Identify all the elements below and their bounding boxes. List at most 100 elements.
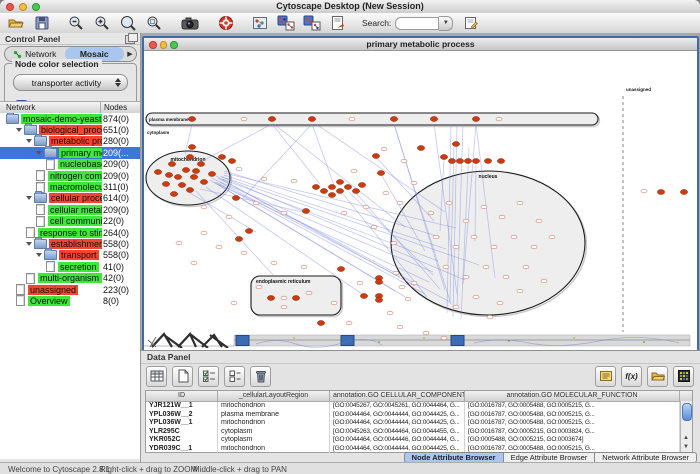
table-cell[interactable]: mitochondrion xyxy=(218,402,330,411)
window-title: Cytoscape Desktop (New Session) xyxy=(0,1,700,11)
attribute-matrix-icon[interactable] xyxy=(673,366,694,387)
table-cell[interactable]: YDR039C__1 xyxy=(146,445,218,454)
tree-row[interactable]: multi-organism pro42(0) xyxy=(0,272,140,283)
table-cell[interactable]: [GO:0016787, GO:0005488, GO:0005215, G..… xyxy=(465,419,680,428)
tree-row[interactable]: nucleobase-209(0) xyxy=(0,159,140,170)
tree-row[interactable]: cellular metabol209(0) xyxy=(0,204,140,215)
column-header[interactable]: ID xyxy=(146,391,218,401)
search-dropdown-icon[interactable]: ▼ xyxy=(439,16,453,31)
table-row[interactable]: YKR052Ccytoplasm[GO:0044464, GO:0044446,… xyxy=(146,436,692,445)
zoom-out-icon[interactable] xyxy=(66,14,86,32)
save-session-icon[interactable] xyxy=(32,14,52,32)
tree-row[interactable]: metabolic process280(0) xyxy=(0,136,140,147)
table-row[interactable]: YPL036W__2plasma membrane[GO:0044464, GO… xyxy=(146,411,692,420)
tree-row[interactable]: secretion41(0) xyxy=(0,261,140,272)
expand-collapse-icon[interactable] xyxy=(36,151,42,155)
network-graph[interactable]: plasma membranecytoplasmmitochondrionnuc… xyxy=(144,51,693,348)
tree-row[interactable]: cellular process614(0) xyxy=(0,193,140,204)
network-tree[interactable]: mosaic-demo-yeast874(0)biological_proces… xyxy=(0,113,140,459)
column-header[interactable]: _cellularLayoutRegion xyxy=(218,391,330,401)
vizmapper-icon[interactable] xyxy=(250,14,270,32)
table-cell[interactable]: cytoplasm xyxy=(218,428,330,437)
delete-attribute-trash-icon[interactable] xyxy=(250,366,271,387)
tree-row[interactable]: biological_process651(0) xyxy=(0,124,140,135)
zoom-selected-icon[interactable] xyxy=(144,14,164,32)
attribute-table-body[interactable]: YJR121W__1mitochondrion[GO:0045267, GO:0… xyxy=(146,402,692,453)
expand-collapse-icon[interactable] xyxy=(36,253,42,257)
more-tabs-icon[interactable]: ▶ xyxy=(124,50,136,58)
table-row[interactable]: YJR121W__1mitochondrion[GO:0045267, GO:0… xyxy=(146,402,692,411)
tree-row[interactable]: macromolecule311(0) xyxy=(0,181,140,192)
scroll-down-icon[interactable]: ▼ xyxy=(681,443,691,452)
annotation-icon[interactable] xyxy=(328,14,348,32)
table-row[interactable]: YPL036W__1mitochondrion[GO:0044464, GO:0… xyxy=(146,419,692,428)
table-cell[interactable]: YKR052C xyxy=(146,436,218,445)
scrollbar-thumb[interactable] xyxy=(682,403,692,421)
table-cell[interactable]: [GO:0005488, GO:0005215, GO:0003674] xyxy=(465,436,680,445)
tree-row[interactable]: establishment of lo558(0) xyxy=(0,238,140,249)
selected-option: transporter activity xyxy=(14,78,111,88)
tree-row[interactable]: primary metabo209(... xyxy=(0,147,140,158)
tree-row[interactable]: transport558(0) xyxy=(0,250,140,261)
table-cell[interactable]: [GO:0016787, GO:0005215, GO:0003824, G..… xyxy=(465,428,680,437)
table-cell[interactable]: mitochondrion xyxy=(218,419,330,428)
column-header[interactable]: annotation.GO MOLECULAR_FUNCTION xyxy=(465,391,680,401)
new-attribute-icon[interactable] xyxy=(172,366,193,387)
network-view-window[interactable]: primary metabolic process plasma membran… xyxy=(142,36,699,353)
float-panel-icon[interactable] xyxy=(125,35,135,44)
table-cell[interactable]: [GO:0016787, GO:0005488, GO:0005215, G..… xyxy=(465,402,680,411)
zoom-fit-icon[interactable] xyxy=(118,14,138,32)
tree-row[interactable]: Overview8(0) xyxy=(0,295,140,306)
expand-collapse-icon[interactable] xyxy=(16,128,22,132)
expand-collapse-icon[interactable] xyxy=(26,139,32,143)
column-header[interactable]: annotation.GO CELLULAR_COMPONENT xyxy=(330,391,465,401)
tree-header-network[interactable]: Network xyxy=(6,103,35,112)
window-titlebar[interactable]: Cytoscape Desktop (New Session) xyxy=(0,0,700,14)
search-input[interactable] xyxy=(395,17,439,30)
apply-layout-icon-2[interactable] xyxy=(302,14,322,32)
table-cell[interactable]: [GO:0016787, GO:0005488, GO:0005215, G..… xyxy=(465,411,680,420)
table-cell[interactable]: YPL036W__2 xyxy=(146,411,218,420)
node-color-select[interactable]: transporter activity xyxy=(13,74,128,91)
scroll-up-icon[interactable]: ▲ xyxy=(681,434,691,443)
open-file-icon[interactable] xyxy=(6,14,26,32)
table-cell[interactable]: YLR295C xyxy=(146,428,218,437)
table-cell[interactable]: YJR121W__1 xyxy=(146,402,218,411)
table-cell[interactable]: YPL036W__1 xyxy=(146,419,218,428)
data-panel-title: Data Panel xyxy=(147,352,190,362)
import-attributes-folder-icon[interactable] xyxy=(647,366,668,387)
network-canvas[interactable]: plasma membranecytoplasmmitochondrionnuc… xyxy=(144,51,693,348)
table-cell[interactable]: plasma membrane xyxy=(218,411,330,420)
attribute-table-icon[interactable] xyxy=(146,366,167,387)
attribute-table[interactable]: ID_cellularLayoutRegionannotation.GO CEL… xyxy=(145,390,693,453)
expand-collapse-icon[interactable] xyxy=(26,242,32,246)
snapshot-camera-icon[interactable] xyxy=(180,14,200,32)
tree-row[interactable]: nitrogen compo209(0) xyxy=(0,170,140,181)
table-row[interactable]: YLR295Ccytoplasm[GO:0045263, GO:0044464,… xyxy=(146,428,692,437)
attribute-table-header[interactable]: ID_cellularLayoutRegionannotation.GO CEL… xyxy=(146,391,692,402)
zoom-in-icon[interactable] xyxy=(92,14,112,32)
table-cell[interactable]: cytoplasm xyxy=(218,436,330,445)
table-cell[interactable]: [GO:0045267, GO:0045261, GO:0044464, G..… xyxy=(330,402,465,411)
tree-row[interactable]: mosaic-demo-yeast874(0) xyxy=(0,113,140,124)
tree-row[interactable]: cell communicat22(0) xyxy=(0,216,140,227)
table-cell[interactable]: [GO:0044464, GO:0044444, GO:0044425, G..… xyxy=(330,411,465,420)
tree-item-node-count: 42(0) xyxy=(103,273,124,283)
expand-collapse-icon[interactable] xyxy=(26,196,32,200)
function-builder-icon[interactable]: f(x) xyxy=(621,366,642,387)
table-cell[interactable]: [GO:0044464, GO:0044444, GO:0044425, G..… xyxy=(330,419,465,428)
tree-row[interactable]: unassigned223(0) xyxy=(0,284,140,295)
apply-layout-icon-1[interactable] xyxy=(276,14,296,32)
table-cell[interactable]: [GO:0044464, GO:0044446, GO:0044444, G..… xyxy=(330,436,465,445)
edit-network-icon[interactable] xyxy=(461,14,481,32)
label-attribute-icon[interactable] xyxy=(595,366,616,387)
help-lifering-icon[interactable] xyxy=(216,14,236,32)
network-window-titlebar[interactable]: primary metabolic process xyxy=(144,38,697,51)
table-scrollbar[interactable]: ▲ ▼ xyxy=(680,401,692,452)
tree-header-nodes[interactable]: Nodes xyxy=(104,103,127,112)
table-cell[interactable]: [GO:0045263, GO:0044464, GO:0044455, G..… xyxy=(330,428,465,437)
select-attributes-icon[interactable] xyxy=(198,366,219,387)
tree-row[interactable]: response to stimulu264(0) xyxy=(0,227,140,238)
unselect-attributes-icon[interactable] xyxy=(224,366,245,387)
table-cell[interactable]: mitochondrion xyxy=(218,445,330,454)
